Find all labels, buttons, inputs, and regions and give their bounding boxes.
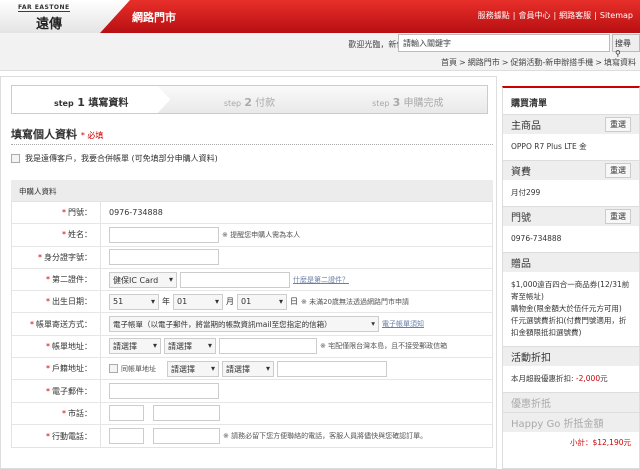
logo-text-en: FAR EASTONE (18, 4, 70, 12)
home-city-select[interactable]: 請選擇 ▾ (167, 360, 219, 377)
subtotal: 小計：$12,190元 (569, 438, 631, 447)
gift-header: 贈品 (503, 252, 639, 272)
crumb-current: 填寫資料 (604, 58, 636, 67)
email-input[interactable] (109, 383, 219, 400)
link-sitemap[interactable]: Sitemap (600, 11, 633, 20)
bill-district-select[interactable]: 請選擇 ▾ (164, 338, 216, 355)
step-1: step 1 填寫資料 (12, 86, 171, 113)
logo[interactable]: FAR EASTONE 遠傳 (0, 0, 130, 33)
link-stores[interactable]: 服務據點 (478, 11, 510, 20)
row-name: * 姓名： ※ 提醒您申購人需為本人 (12, 224, 492, 247)
link-member[interactable]: 會員中心 (518, 11, 550, 20)
same-address-checkbox[interactable] (109, 364, 118, 374)
row-phone: * 門號： 0976-734888 (12, 202, 492, 225)
second-id-select[interactable]: 健保IC Card ▾ (109, 271, 177, 288)
phone-value: 0976-734888 (109, 208, 163, 218)
merge-label: 我是遠傳客戶，我要合併帳單 (可免填部分申購人資料) (25, 154, 218, 163)
merge-checkbox[interactable] (11, 154, 20, 163)
birth-day-select[interactable]: 01 ▾ (237, 293, 287, 310)
second-id-help-link[interactable]: 什麼是第二證件？ (293, 275, 349, 285)
breadcrumb: 首頁 > 網路門市 > 促銷活動-新申辦搭手機 > 填寫資料 (441, 58, 636, 67)
cart-title: 購買清單 (511, 99, 548, 109)
birth-year-select[interactable]: 51 ▾ (109, 293, 159, 310)
applicant-form: * 門號： 0976-734888 * 姓名： ※ 提醒您申購人需為本人 * 身分證字號：… (11, 201, 493, 449)
bill-address-input[interactable] (219, 338, 317, 355)
reselect-product-button[interactable]: 重選 (605, 117, 631, 132)
section-header: 申購人資料 (11, 180, 493, 201)
second-id-input[interactable] (180, 271, 290, 288)
tel-area-input[interactable] (109, 405, 144, 422)
search-input[interactable]: 請輸入關鍵字 (398, 34, 610, 52)
home-district-select[interactable]: 請選擇 ▾ (222, 360, 274, 377)
step-progress: step 1 填寫資料 step 2 付款 step 3 申購完成 (11, 85, 488, 114)
row-bill-method: * 帳單寄送方式： 電子帳單（以電子郵件，將當期的帳款資訊mail至您指定的信箱） ▾… (12, 313, 492, 336)
row-tel: * 市話： (12, 402, 492, 425)
crumb-store[interactable]: 網路門市 (468, 58, 500, 67)
number-value: 0976-734888 (511, 234, 562, 243)
ebill-notice-link[interactable]: 電子帳單須知 (382, 319, 424, 329)
main-product: OPPO R7 Plus LTE 金 (511, 142, 587, 151)
form-title: 填寫個人資料 * 必填 (11, 128, 104, 141)
link-service[interactable]: 網路客服 (559, 11, 591, 20)
reselect-plan-button[interactable]: 重選 (605, 163, 631, 178)
crumb-home[interactable]: 首頁 (441, 58, 457, 67)
step-2: step 2 付款 (223, 96, 276, 109)
id-input[interactable] (109, 249, 219, 266)
search-label: 搜尋 (615, 39, 631, 48)
row-home-address: * 戶籍地址： 同帳單地址 請選擇 ▾ 請選擇 ▾ (12, 358, 492, 381)
gift-list: $1,000遠百四合一商品券(12/31前寄至帳址) 購物金(限金額大於伍仟元方可… (511, 280, 630, 337)
row-email: * 電子郵件： (12, 380, 492, 403)
discount-header: 活動折扣 (503, 346, 639, 366)
reselect-number-button[interactable]: 重選 (605, 209, 631, 224)
mobile-number-input[interactable] (153, 428, 220, 445)
happygo-header[interactable]: Happy Go 折抵金額 (503, 412, 639, 432)
main-product-header: 主商品 重選 (503, 114, 639, 134)
plan-value: 月付299 (511, 188, 541, 197)
row-mobile: * 行動電話： ※ 請務必留下您方便聯絡的電話，客服人員將儘快與您確認訂單。 (12, 424, 492, 448)
bill-method-select[interactable]: 電子帳單（以電子郵件，將當期的帳款資訊mail至您指定的信箱） ▾ (109, 316, 379, 333)
promo-offset-header[interactable]: 優惠折抵 (503, 392, 639, 412)
number-header: 門號 重選 (503, 206, 639, 226)
row-bill-address: * 帳單地址： 請選擇 ▾ 請選擇 ▾ ※ 宅配僅限台灣本島，且不接受郵政信箱 (12, 335, 492, 359)
row-second-id: * 第二證件： 健保IC Card ▾ 什麼是第二證件？ (12, 268, 492, 292)
logo-text-zh: 遠傳 (36, 17, 63, 32)
header: FAR EASTONE 遠傳 網路門市 服務據點 | 會員中心 | 網路客服 | Sitema… (0, 0, 640, 33)
tel-number-input[interactable] (153, 405, 220, 422)
discount-line: 本月超殺優惠折扣: -2,000元 (511, 374, 608, 383)
mobile-prefix-input[interactable] (109, 428, 144, 445)
top-links: 服務據點 | 會員中心 | 網路客服 | Sitemap (477, 11, 633, 20)
row-birth: * 出生日期： 51 ▾ 年 01 ▾ 月 01 ▾ 日 ※ 未滿20歲無法透過網路門市申請 (12, 291, 492, 314)
plan-header: 資費 重選 (503, 160, 639, 180)
step-3: step 3 申購完成 (372, 96, 444, 109)
row-id: * 身分證字號： (12, 246, 492, 269)
crumb-promo[interactable]: 促銷活動-新申辦搭手機 (510, 58, 593, 67)
birth-month-select[interactable]: 01 ▾ (173, 293, 223, 310)
bill-city-select[interactable]: 請選擇 ▾ (109, 338, 161, 355)
required-note: * 必填 (80, 131, 104, 140)
home-address-input[interactable] (277, 360, 387, 377)
search-button[interactable]: 搜尋 ⚲ (612, 34, 640, 58)
merge-bill-option[interactable]: 我是遠傳客戶，我要合併帳單 (可免填部分申購人資料) (11, 153, 218, 164)
store-title: 網路門市 (132, 11, 176, 24)
name-input[interactable] (109, 226, 219, 243)
divider (11, 144, 493, 145)
cart-sidebar: 購買清單 主商品 重選 OPPO R7 Plus LTE 金 資費 重選 月付299… (502, 86, 640, 469)
